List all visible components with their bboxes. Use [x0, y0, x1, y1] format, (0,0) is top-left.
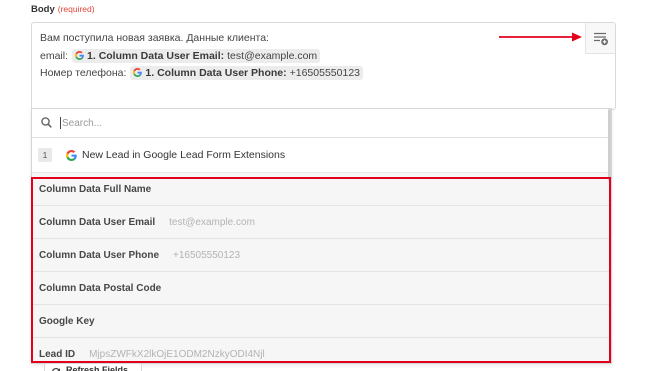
- email-prefix: email:: [40, 50, 69, 62]
- trigger-step-header[interactable]: 1 New Lead in Google Lead Form Extension…: [32, 138, 611, 173]
- refresh-fields-button[interactable]: Refresh Fields: [44, 363, 142, 371]
- editor-email-line: email: 1. Column Data User Email: test@exa…: [40, 49, 321, 63]
- field-label-text: Body: [31, 4, 55, 15]
- refresh-icon: [52, 368, 61, 371]
- text-cursor: [60, 117, 61, 129]
- body-field-label: Body (required): [31, 3, 95, 16]
- token-field-name: 1. Column Data User Phone:: [145, 67, 287, 79]
- token-sample-value: +16505550123: [289, 67, 360, 79]
- search-icon: [41, 117, 52, 128]
- dropdown-scrollbar[interactable]: [608, 109, 611, 181]
- phone-prefix: Номер телефона:: [40, 67, 127, 79]
- search-row: [32, 109, 611, 138]
- required-indicator: (required): [57, 4, 95, 14]
- refresh-fields-label: Refresh Fields: [66, 365, 129, 371]
- editor-phone-line: Номер телефона: 1. Column Data User Phone…: [40, 66, 363, 80]
- insert-data-button[interactable]: [585, 23, 615, 54]
- email-field-token: 1. Column Data User Email: test@example.c…: [72, 49, 321, 63]
- search-input[interactable]: [62, 115, 302, 131]
- step-number-badge: 1: [38, 148, 52, 162]
- annotation-arrow: [499, 32, 582, 42]
- editor-intro-line: Вам поступила новая заявка. Данные клиен…: [40, 32, 269, 44]
- token-sample-value: test@example.com: [227, 50, 318, 62]
- token-field-name: 1. Column Data User Email:: [87, 50, 225, 62]
- google-g-icon: [66, 150, 77, 161]
- insert-field-icon: [593, 32, 608, 46]
- annotation-highlight-box: [31, 177, 611, 363]
- step-title: New Lead in Google Lead Form Extensions: [82, 149, 286, 161]
- google-g-icon: [133, 68, 142, 77]
- phone-field-token: 1. Column Data User Phone: +16505550123: [130, 66, 363, 80]
- google-g-icon: [75, 51, 84, 60]
